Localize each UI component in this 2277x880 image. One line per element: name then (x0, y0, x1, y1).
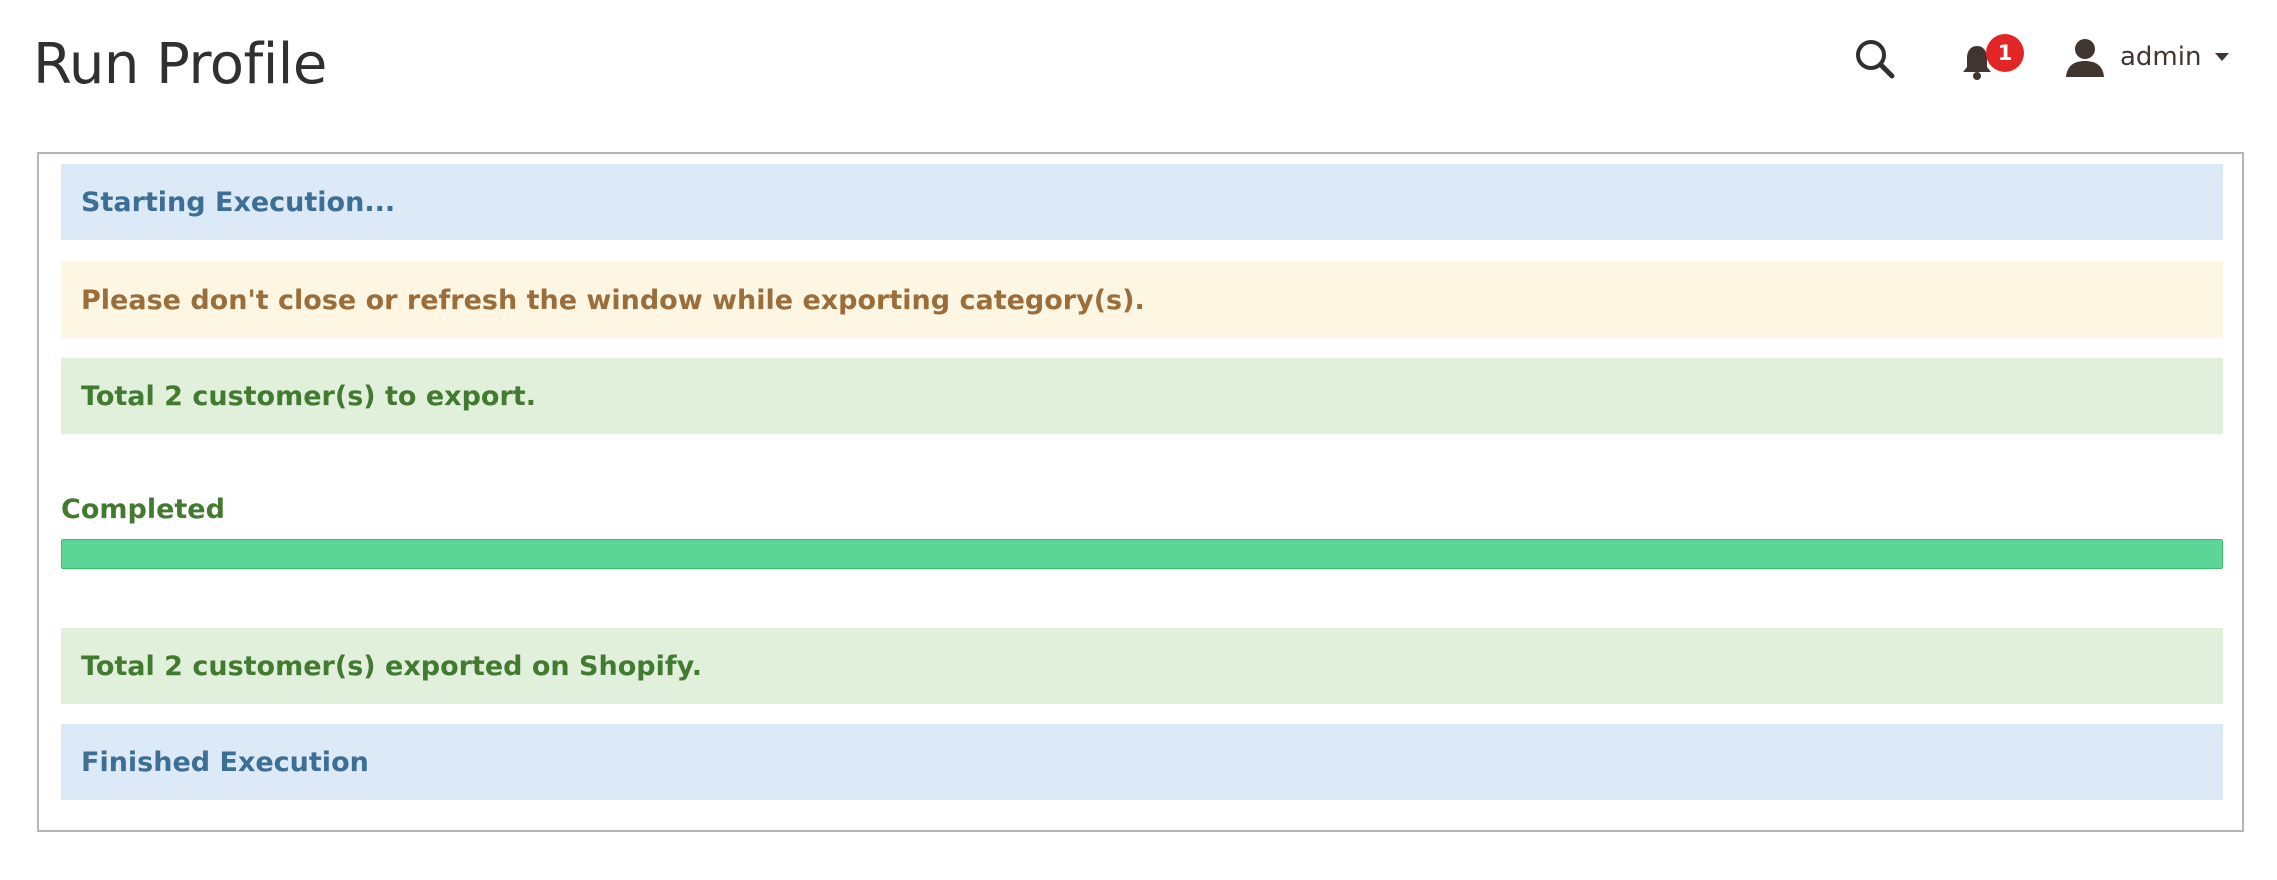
notifications-button[interactable]: 1 (1954, 34, 2024, 88)
run-profile-panel: Starting Execution... Please don't close… (37, 152, 2244, 832)
notification-count-badge: 1 (1986, 34, 2024, 72)
exported-customers-message: Total 2 customer(s) exported on Shopify. (61, 628, 2223, 704)
progress-bar-fill (62, 540, 2222, 568)
progress-bar (61, 539, 2223, 569)
starting-execution-message: Starting Execution... (61, 164, 2223, 240)
user-icon (2066, 39, 2104, 77)
account-menu[interactable]: admin (2064, 32, 2230, 82)
page-title: Run Profile (33, 32, 327, 97)
total-customers-message: Total 2 customer(s) to export. (61, 358, 2223, 434)
progress-label: Completed (61, 494, 225, 525)
finished-execution-message: Finished Execution (61, 724, 2223, 800)
account-username: admin (2120, 42, 2202, 72)
chevron-down-icon (2215, 53, 2230, 61)
search-icon[interactable] (1853, 37, 1897, 81)
page-header: Run Profile 1 admin (0, 0, 2277, 140)
warning-message: Please don't close or refresh the window… (61, 262, 2223, 338)
